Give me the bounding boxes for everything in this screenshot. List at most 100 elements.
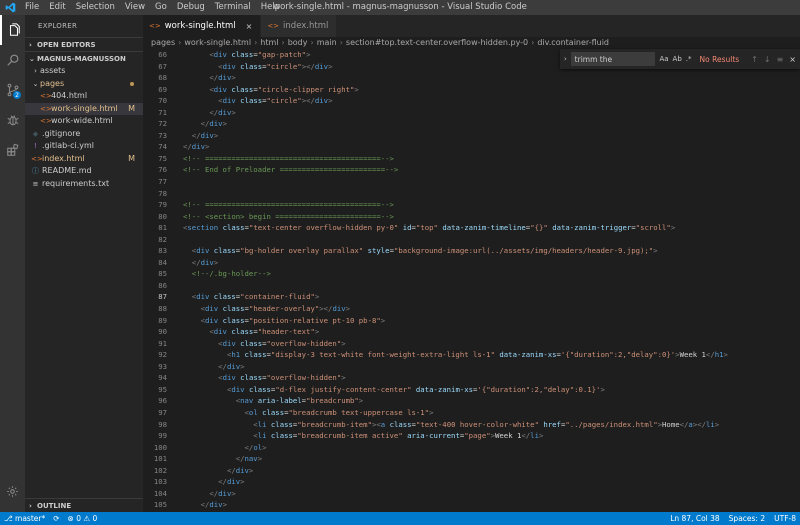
code-line: 97 <ol class="breadcrumb text-uppercase … [143,407,800,419]
close-icon[interactable]: × [789,55,796,64]
tab-index[interactable]: <> index.html [261,15,338,37]
indentation[interactable]: Spaces: 2 [729,514,765,523]
cursor-position[interactable]: Ln 87, Col 38 [670,514,719,523]
regex-toggle[interactable]: .* [686,55,692,63]
code-token: "top" [415,223,438,233]
selection-icon[interactable]: ≡ [777,55,784,64]
menu-item-help[interactable]: Help [256,0,285,15]
tree-item-label: work-wide.html [51,116,113,125]
title-bar: File Edit Selection View Go Debug Terminal Help… [0,0,800,15]
menu-item-file[interactable]: File [20,0,44,15]
code-token: > [380,315,386,325]
open-editors-section[interactable]: › OPEN EDITORS [25,37,143,51]
file-item[interactable]: ! .gitlab-ci.yml [25,140,143,153]
file-item[interactable]: ⓘ README.md [25,165,143,178]
code-token: div [222,61,236,71]
source-control-icon[interactable]: 2 [0,75,25,105]
code-token: > [231,488,236,498]
code-token: div [196,292,210,302]
search-icon[interactable] [0,45,25,75]
code-token: div [204,315,219,325]
arrow-up-icon[interactable]: ↑ [751,55,758,64]
close-icon[interactable]: × [246,22,253,31]
tree-item-label: 404.html [51,91,88,100]
code-line: 94 <div class="overflow-hidden"> [143,372,800,384]
code-token: </ [244,442,254,452]
problems-indicator[interactable]: ⊗ 0 ⚠ 0 [68,514,98,523]
code-token: div [222,338,236,348]
breadcrumb-item[interactable]: body [288,38,308,47]
explorer-icon[interactable] [0,15,25,45]
project-section[interactable]: ⌄ MAGNUS-MAGNUSSON [25,51,143,65]
code-token: </ [183,142,192,152]
extensions-icon[interactable] [0,135,25,165]
code-token: data-zanim-trigger [552,223,632,233]
breadcrumb-item[interactable]: work-single.html [184,38,251,47]
menu-item-debug[interactable]: Debug [172,0,210,15]
code-line: 102 </div> [143,465,800,477]
file-item[interactable]: ≡ requirements.txt [25,178,143,191]
file-item[interactable]: <> index.html M [25,153,143,166]
whole-word-toggle[interactable]: Ab [673,55,682,63]
chevron-right-icon: › [29,501,32,510]
modified-badge: M [128,153,135,163]
menu-item-go[interactable]: Go [150,0,172,15]
debug-icon[interactable] [0,105,25,135]
code-editor[interactable]: 66 <div class="gap-patch"> 67 <div class=… [143,49,800,512]
code-token: > [213,257,219,267]
file-item[interactable]: <> 404.html [25,90,143,103]
branch-indicator[interactable]: ⎇ master* [4,514,45,523]
code-token: div [209,500,223,510]
file-item[interactable]: <> work-single.html M [25,102,143,115]
sync-icon[interactable]: ⟳ [53,514,59,523]
menu-item-terminal[interactable]: Terminal [210,0,256,15]
menu-item-edit[interactable]: Edit [44,0,70,15]
code-line: 79 <!-- =================================… [143,199,800,211]
outline-section[interactable]: › OUTLINE [25,498,143,512]
code-text: <!-- End of Preloader ==================… [183,164,398,176]
gear-icon[interactable] [0,476,25,506]
breadcrumb-item[interactable]: section#top.text-center.overflow-hidden.… [346,38,528,47]
code-token: > [358,396,364,406]
code-token: div [226,477,241,487]
breadcrumb-item[interactable]: div.container-fluid [537,38,609,47]
code-text: <div class="circle"></div> [183,61,332,73]
code-token: > [341,338,346,348]
code-token: > [538,431,544,441]
code-line: 99 <li class="breadcrumb-item active" ar… [143,430,800,442]
file-item[interactable]: <> work-wide.html [25,115,143,128]
code-token: </ [705,350,715,360]
file-item[interactable]: ◆ .gitignore [25,128,143,141]
code-token: <!--/.bg-holder--> [191,269,271,279]
match-case-toggle[interactable]: Aa [659,55,668,63]
folder-item[interactable]: ⌄ pages [25,78,143,91]
line-number: 76 [158,165,167,175]
breadcrumb-item[interactable]: html [260,38,278,47]
chevron-right-icon[interactable]: › [564,55,571,63]
find-input[interactable]: trimm the [570,52,656,66]
menu-item-view[interactable]: View [120,0,150,15]
code-token: "{}" [530,223,548,233]
arrow-down-icon[interactable]: ↓ [764,55,771,64]
breadcrumb-item[interactable]: main [317,38,337,47]
code-text: </ol> [183,442,267,454]
code-line: 93 </div> [143,361,800,373]
encoding[interactable]: UTF-8 [774,514,796,523]
code-token: href [543,419,561,429]
code-line: 103 </div> [143,476,800,488]
breadcrumb-item[interactable]: pages [151,38,175,47]
menu-item-selection[interactable]: Selection [71,0,120,15]
find-result-status: No Results [699,54,740,64]
folder-item[interactable]: › assets [25,65,143,78]
line-number: 67 [158,61,167,71]
line-number: 83 [158,246,167,256]
code-token: "bg-holder overlay parallax" [240,246,364,256]
tab-work-single[interactable]: <> work-single.html × [143,15,262,37]
code-line: 83 <div class="bg-holder overlay paralla… [143,245,800,257]
code-token: Week 1 [495,431,522,441]
